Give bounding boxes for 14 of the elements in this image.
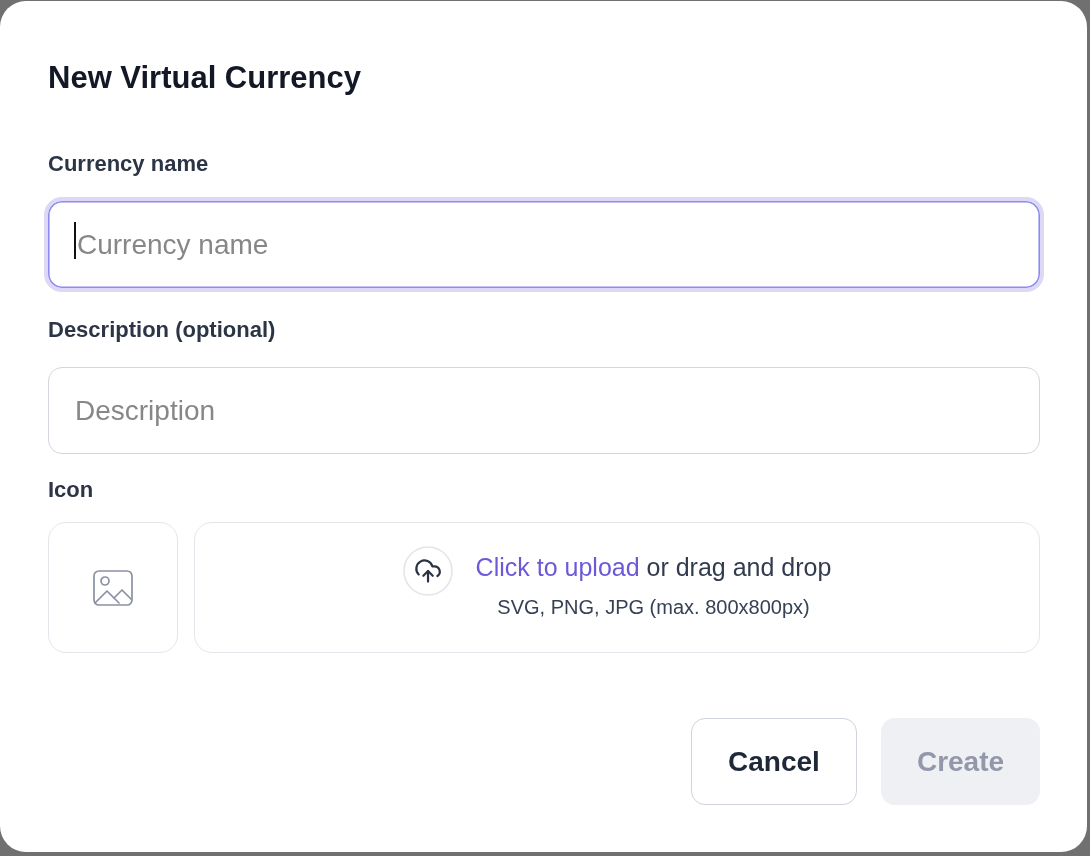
text-input[interactable]: Description bbox=[48, 367, 1040, 454]
dialog-title: New Virtual Currency bbox=[48, 59, 362, 97]
field-label: Icon bbox=[48, 476, 95, 504]
image-icon bbox=[93, 569, 133, 606]
file-type-hint: SVG, PNG, JPG (max. 800x800px) bbox=[497, 595, 810, 620]
upload-prompt: Click to upload or drag and drop bbox=[475, 552, 832, 583]
field-label: Currency name bbox=[48, 150, 210, 178]
text-cursor-icon bbox=[74, 222, 76, 259]
text-input[interactable]: Currency name bbox=[44, 197, 1044, 292]
cancel-button[interactable]: Cancel bbox=[691, 718, 857, 805]
field-label: Description (optional) bbox=[48, 316, 277, 344]
upload-link[interactable]: Click to upload bbox=[475, 553, 640, 581]
upload-dropzone[interactable]: Click to upload or drag and drop SVG, PNG, JPG (max. 800x800px) bbox=[194, 522, 1040, 653]
upload-cloud-icon bbox=[402, 546, 453, 596]
